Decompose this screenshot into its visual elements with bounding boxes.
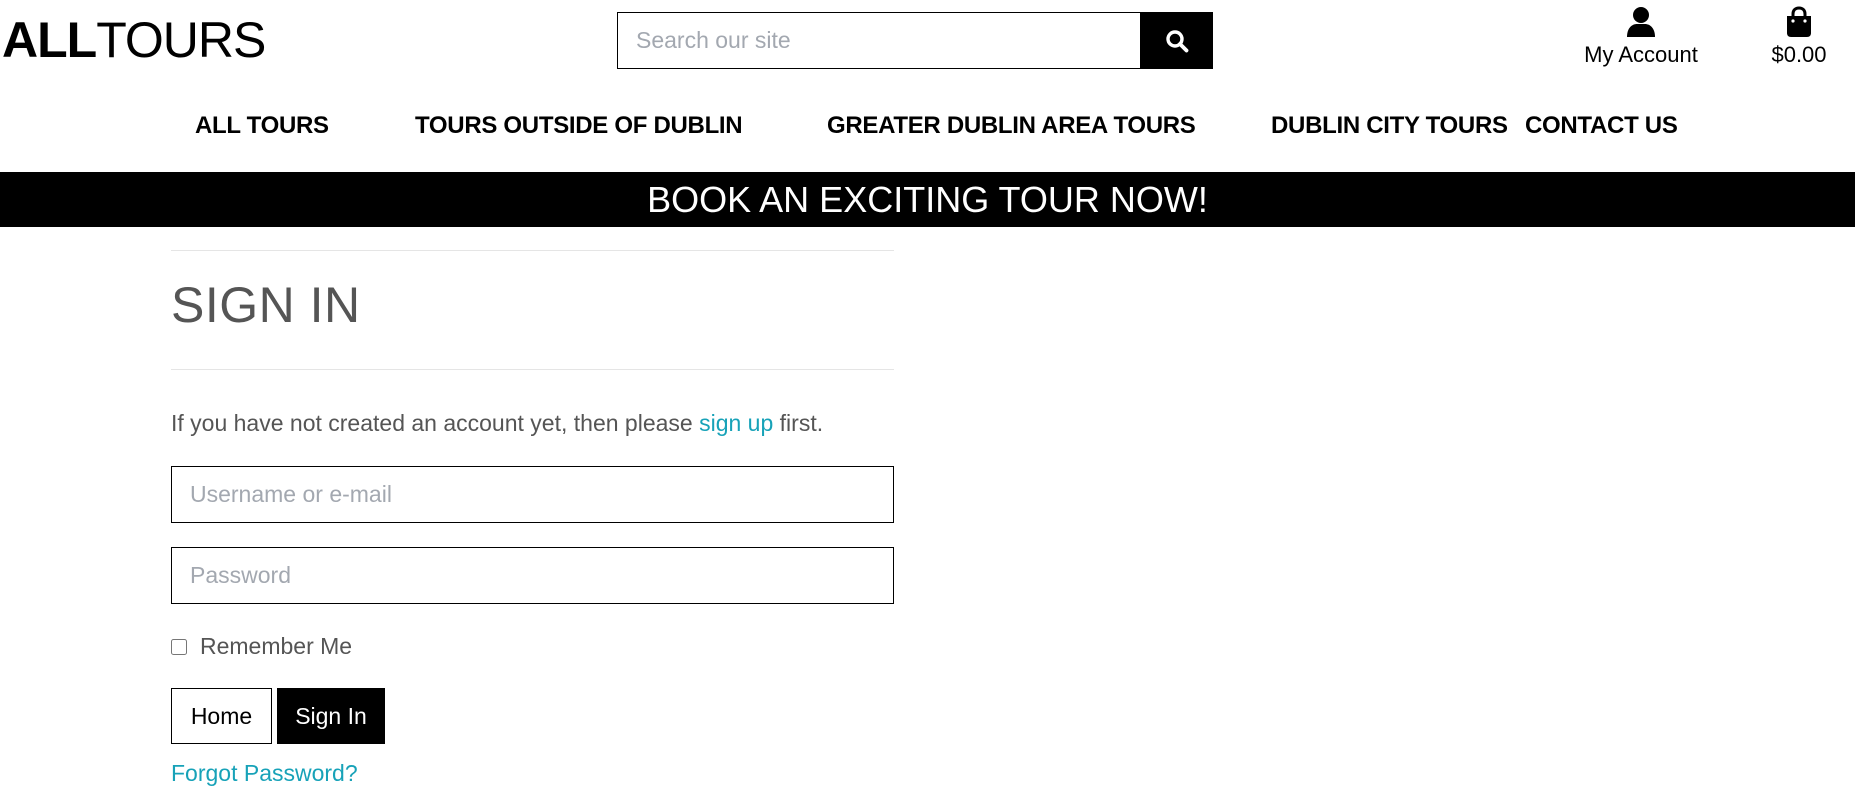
cart-total: $0.00 <box>1771 42 1827 67</box>
user-icon <box>1627 7 1655 37</box>
remember-me-checkbox[interactable] <box>171 638 187 655</box>
search-button[interactable] <box>1140 12 1213 69</box>
promo-banner-text: BOOK AN EXCITING TOUR NOW! <box>647 179 1208 220</box>
divider-bottom <box>171 369 894 370</box>
password-field[interactable] <box>171 547 894 604</box>
divider-top <box>171 250 894 251</box>
search-form <box>617 12 1213 69</box>
username-field[interactable] <box>171 466 894 523</box>
nav-item-dublin-city-tours[interactable]: DUBLIN CITY TOURS <box>1271 112 1508 140</box>
signup-prompt-suffix: first. <box>773 410 824 436</box>
page-title: SIGN IN <box>171 277 361 333</box>
search-input[interactable] <box>617 12 1140 69</box>
my-account-link[interactable]: My Account <box>1578 6 1704 68</box>
search-icon <box>1165 29 1188 52</box>
remember-me[interactable]: Remember Me <box>171 633 352 660</box>
nav-item-tours-outside-dublin[interactable]: TOURS OUTSIDE OF DUBLIN <box>415 112 743 140</box>
nav-item-greater-dublin-tours[interactable]: GREATER DUBLIN AREA TOURS <box>827 112 1196 140</box>
cart-link[interactable]: $0.00 <box>1765 6 1833 68</box>
page: ALLTOURS My Account $0.00 ALL TOURS <box>0 0 1855 807</box>
promo-banner: BOOK AN EXCITING TOUR NOW! <box>0 172 1855 227</box>
nav-item-contact-us[interactable]: CONTACT US <box>1525 112 1678 140</box>
main-nav: ALL TOURS TOURS OUTSIDE OF DUBLIN GREATE… <box>0 112 1855 148</box>
sign-in-button[interactable]: Sign In <box>277 688 385 744</box>
site-logo[interactable]: ALLTOURS <box>2 12 266 68</box>
remember-me-label: Remember Me <box>200 633 353 659</box>
home-button[interactable]: Home <box>171 688 272 744</box>
shopping-bag-icon <box>1787 6 1811 37</box>
signup-prompt-prefix: If you have not created an account yet, … <box>171 410 700 436</box>
sign-up-link[interactable]: sign up <box>699 410 773 436</box>
signup-prompt: If you have not created an account yet, … <box>171 410 823 437</box>
logo-bold-text: ALL <box>2 12 97 68</box>
logo-light-text: TOURS <box>96 12 266 68</box>
my-account-label: My Account <box>1584 42 1698 67</box>
nav-item-all-tours[interactable]: ALL TOURS <box>195 112 329 140</box>
forgot-password-link[interactable]: Forgot Password? <box>171 760 358 787</box>
